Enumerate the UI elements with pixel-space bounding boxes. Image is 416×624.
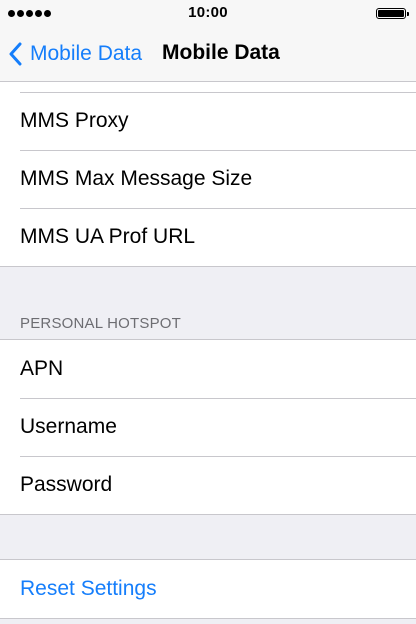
page-title: Mobile Data [162,41,280,64]
list-item-mms-ua-prof-url[interactable]: MMS UA Prof URL [0,208,416,266]
status-time: 10:00 [188,4,228,21]
personal-hotspot-group: APN Username Password [0,339,416,515]
back-button[interactable]: Mobile Data [8,38,142,70]
mms-settings-group: MMS Proxy MMS Max Message Size MMS UA Pr… [0,82,416,267]
battery-fill [378,10,404,17]
list-item-mms-max-message-size[interactable]: MMS Max Message Size [0,150,416,208]
list-item-mms-proxy[interactable]: MMS Proxy [0,92,416,150]
section-header-personal-hotspot: PERSONAL HOTSPOT [20,315,182,332]
chevron-left-icon [9,42,22,66]
list-item-apn[interactable]: APN [0,340,416,398]
list-item-partial[interactable] [0,82,416,92]
list-item-password[interactable]: Password [0,456,416,514]
settings-list: MMS Proxy MMS Max Message Size MMS UA Pr… [0,82,416,619]
back-button-label: Mobile Data [30,42,143,65]
status-bar: 10:00 [0,0,416,28]
navigation-bar: Mobile Data Mobile Data [0,28,416,82]
reset-group: Reset Settings [0,559,416,619]
battery-icon [376,8,409,19]
reset-settings-button[interactable]: Reset Settings [0,560,416,618]
list-item-username[interactable]: Username [0,398,416,456]
